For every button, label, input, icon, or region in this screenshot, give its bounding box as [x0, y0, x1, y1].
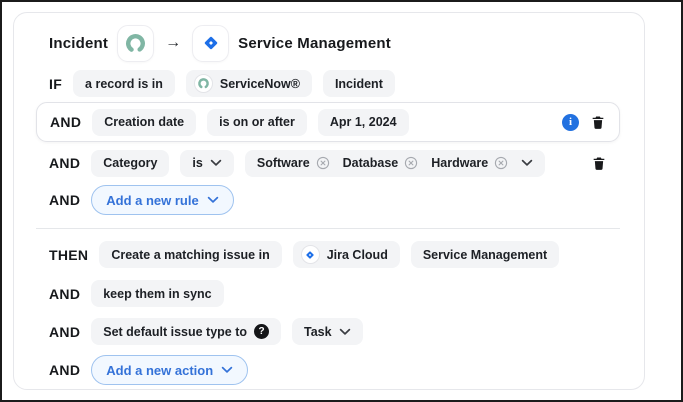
and-keyword: AND	[49, 323, 81, 340]
servicenow-icon	[124, 32, 147, 55]
add-action-label: Add a new action	[106, 362, 214, 378]
and-keyword: AND	[49, 192, 81, 208]
add-action-row: AND Add a new action	[36, 355, 620, 385]
category-rule-row: AND Category is Software Database Hardwa…	[36, 148, 620, 178]
and-keyword: AND	[49, 285, 81, 302]
keep-in-sync-pill: keep them in sync	[91, 280, 224, 307]
and-keyword: AND	[50, 114, 82, 130]
section-divider	[36, 228, 620, 229]
issue-type-text-pill: Set default issue type to ?	[91, 318, 282, 345]
create-issue-pill: Create a matching issue in	[99, 241, 282, 268]
chip-label: Hardware	[431, 156, 489, 170]
flow-builder-card: Incident → Service Management IF a recor…	[13, 12, 645, 390]
chip-label: Database	[342, 156, 399, 170]
if-keyword: IF	[49, 75, 63, 92]
date-operator-pill[interactable]: is on or after	[207, 108, 307, 136]
chevron-down-icon	[210, 159, 222, 167]
source-block-title: Incident	[49, 34, 109, 52]
jira-icon	[300, 245, 320, 264]
target-tool-pill[interactable]: Jira Cloud	[292, 241, 400, 268]
add-rule-label: Add a new rule	[106, 192, 199, 208]
source-tool-pill[interactable]: ServiceNow®	[185, 70, 312, 97]
issue-type-value: Task	[304, 324, 332, 339]
and-keyword: AND	[49, 362, 81, 378]
trash-icon[interactable]	[591, 155, 607, 172]
chip-label: Software	[256, 156, 310, 170]
target-project-pill[interactable]: Service Management	[410, 241, 560, 268]
trash-icon[interactable]	[590, 114, 606, 131]
value-chip-hardware: Hardware	[431, 156, 508, 170]
value-chip-database: Database	[343, 156, 419, 170]
remove-value-icon[interactable]	[404, 156, 418, 170]
add-rule-row: AND Add a new rule	[36, 185, 620, 215]
jira-icon	[203, 36, 218, 50]
flow-direction-arrow: →	[165, 34, 182, 51]
source-block-pill[interactable]: Incident	[322, 70, 395, 97]
issue-type-row: AND Set default issue type to ? Task	[36, 318, 620, 345]
servicenow-icon	[193, 74, 213, 93]
flow-header: Incident → Service Management	[36, 24, 620, 62]
chevron-down-icon	[221, 366, 233, 374]
value-chip-software: Software	[257, 156, 330, 170]
date-rule-row[interactable]: AND Creation date is on or after Apr 1, …	[36, 102, 620, 142]
issue-type-value-pill[interactable]: Task	[292, 318, 363, 345]
jira-app-badge[interactable]	[192, 24, 230, 62]
then-row: THEN Create a matching issue in Jira Clo…	[36, 241, 620, 268]
record-is-in-pill: a record is in	[73, 70, 175, 97]
chevron-down-icon	[207, 196, 219, 204]
target-tool-label: Jira Cloud	[326, 247, 388, 262]
add-action-button[interactable]: Add a new action	[91, 355, 249, 385]
chevron-down-icon	[339, 328, 351, 336]
date-field-pill[interactable]: Creation date	[92, 108, 197, 136]
operator-label: is	[192, 156, 203, 170]
target-project-title: Service Management	[238, 34, 391, 52]
screenshot-frame: Incident → Service Management IF a recor…	[0, 0, 683, 402]
category-field-pill[interactable]: Category	[91, 149, 170, 177]
category-operator-pill[interactable]: is	[180, 149, 234, 177]
info-icon[interactable]: i	[562, 113, 579, 131]
and-keyword: AND	[49, 155, 81, 171]
sync-row: AND keep them in sync	[36, 280, 620, 307]
chevron-down-icon	[521, 159, 533, 167]
if-row: IF a record is in ServiceNow® Incident	[36, 70, 620, 97]
source-tool-label: ServiceNow®	[219, 76, 300, 91]
remove-value-icon[interactable]	[316, 156, 330, 170]
category-values-multiselect[interactable]: Software Database Hardware	[244, 149, 546, 177]
remove-value-icon[interactable]	[494, 156, 508, 170]
add-rule-button[interactable]: Add a new rule	[91, 185, 234, 215]
date-value-pill[interactable]: Apr 1, 2024	[317, 108, 409, 136]
help-icon[interactable]: ?	[254, 324, 270, 339]
then-keyword: THEN	[49, 246, 89, 263]
servicenow-app-badge[interactable]	[117, 24, 155, 62]
issue-type-text: Set default issue type to	[103, 324, 248, 339]
